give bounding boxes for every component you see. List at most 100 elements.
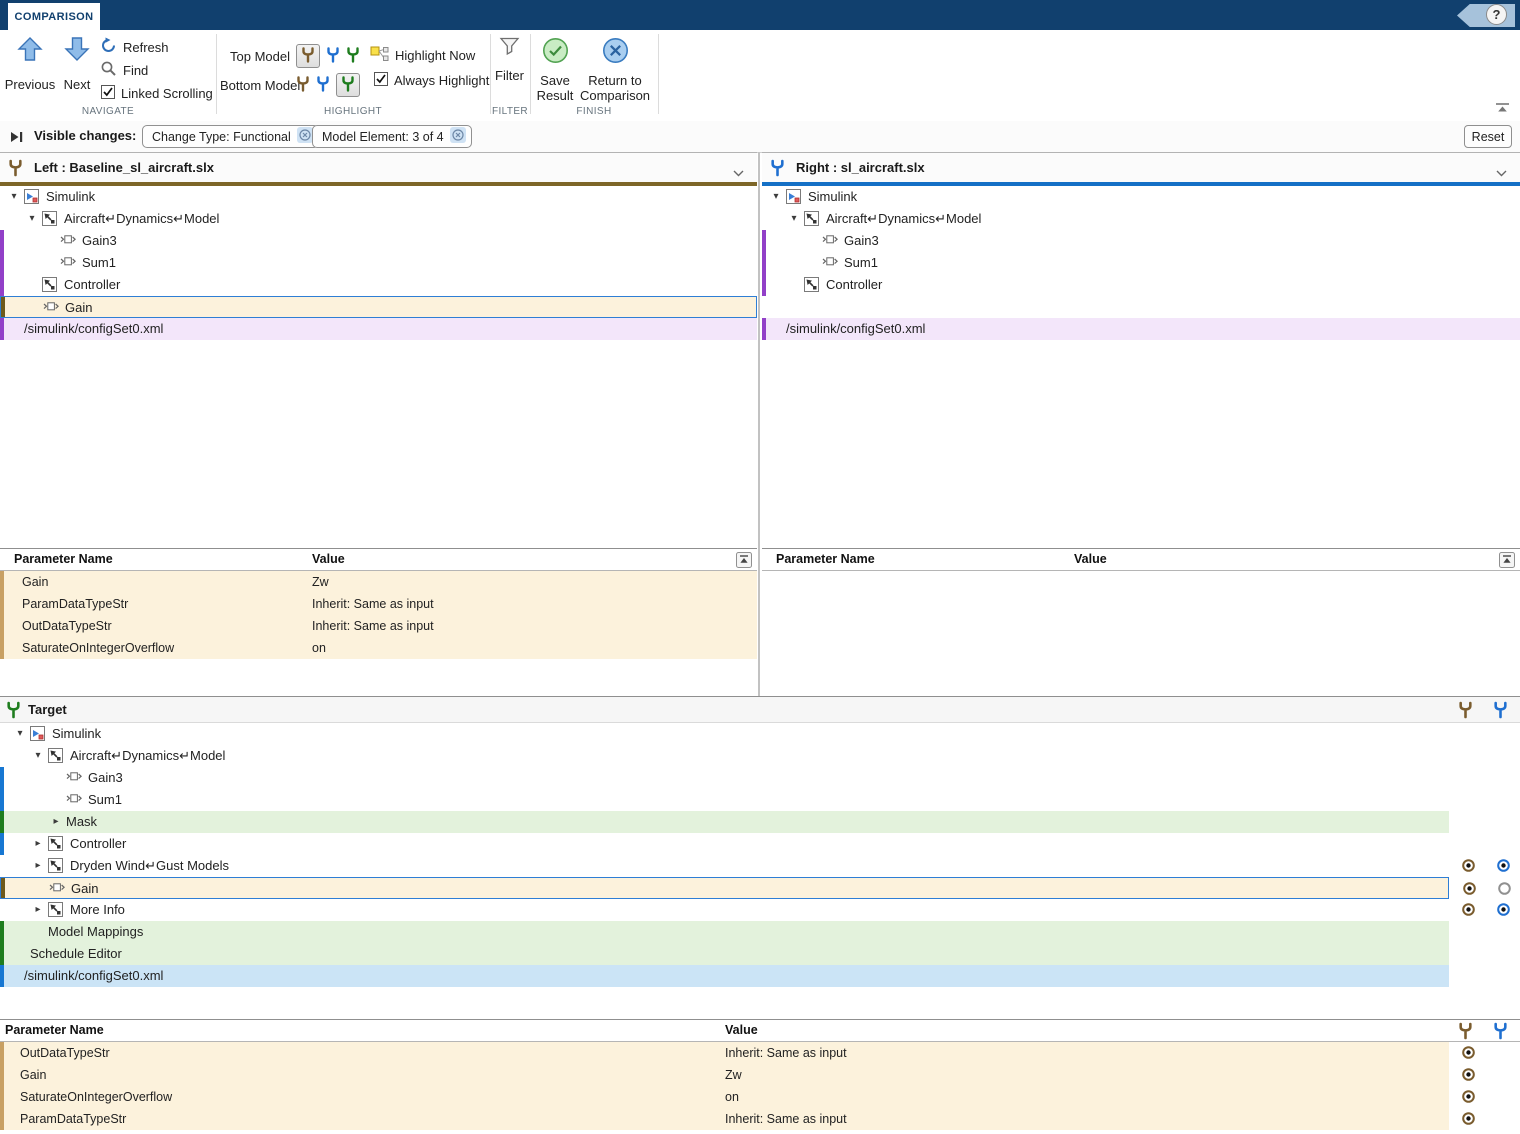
return-to-comparison-button[interactable]: Return to Comparison [578,37,652,103]
tree-row[interactable]: Gain3 [0,230,757,252]
chevron-down-icon[interactable] [1495,165,1508,183]
tree-row[interactable]: Model Mappings [0,921,1449,943]
tree-row[interactable]: Controller [0,274,757,296]
change-stripe-green [0,921,4,943]
tree-row[interactable]: /simulink/configSet0.xml [0,965,1449,987]
tree-row[interactable]: Sum1 [0,252,757,274]
tree-row[interactable]: /simulink/configSet0.xml [0,318,757,340]
tree-row[interactable]: Gain [0,877,1449,899]
change-stripe-green [0,811,4,833]
tree-row[interactable]: Schedule Editor [0,943,1449,965]
tree-row[interactable]: Sum1 [762,252,1520,274]
caret-down-icon[interactable]: ▾ [8,186,20,207]
param-name: ParamDataTypeStr [20,1108,126,1130]
caret-down-icon[interactable]: ▾ [32,745,44,766]
tree-row[interactable]: ▾Simulink [762,186,1520,208]
param-row[interactable]: ParamDataTypeStrInherit: Same as input [0,593,757,615]
tree-row[interactable]: ▾Aircraft↵Dynamics↵Model [0,208,757,230]
filter-pill-change-type[interactable]: Change Type: Functional [142,125,319,148]
tree-row[interactable]: Gain3 [762,230,1520,252]
tree-row[interactable]: /simulink/configSet0.xml [762,318,1520,340]
change-stripe-tan [0,1064,4,1086]
param-row[interactable]: OutDataTypeStrInherit: Same as input [0,615,757,637]
tree-row[interactable]: ▾Aircraft↵Dynamics↵Model [0,745,1449,767]
highlight-now-button[interactable]: Highlight Now [370,46,475,65]
visible-changes-label: Visible changes: [34,128,136,143]
param-row[interactable]: OutDataTypeStrInherit: Same as input [0,1042,1449,1064]
merge-choice-radio-left-brown-filled[interactable] [1461,858,1476,876]
param-row[interactable]: SaturateOnIntegerOverflowon [0,1086,1449,1108]
remove-filter-icon[interactable] [297,127,313,146]
merge-choice-radio-left-brown-filled[interactable] [1461,1045,1476,1063]
tree-row[interactable]: ▸Dryden Wind↵Gust Models [0,855,1449,877]
tree-row[interactable]: ▸Mask [0,811,1449,833]
caret-right-icon[interactable]: ▸ [32,833,44,854]
save-result-button[interactable]: Save Result [530,37,580,103]
caret-down-icon[interactable]: ▾ [26,208,38,229]
find-button[interactable]: Find [100,60,148,80]
remove-filter-icon[interactable] [450,127,466,146]
top-model-target-toggle[interactable] [346,47,360,66]
filter-pill-model-element[interactable]: Model Element: 3 of 4 [312,125,472,148]
tree-row[interactable]: Gain [0,296,757,318]
merge-choice-radio-left-brown-filled[interactable] [1461,1111,1476,1129]
tree-row[interactable]: ▾ Simulink [0,723,1449,745]
tab-comparison[interactable]: COMPARISON [8,3,100,30]
next-button[interactable]: Next [56,36,98,92]
reset-button[interactable]: Reset [1464,125,1512,148]
arrow-down-icon [64,36,90,65]
choose-left-column-icon[interactable] [1458,1022,1473,1043]
always-highlight-toggle[interactable]: Always Highlight [374,72,489,89]
top-model-right-toggle[interactable] [326,47,340,66]
bottom-model-left-toggle[interactable] [296,76,310,95]
caret-right-icon[interactable]: ▸ [50,811,62,832]
tree-row[interactable]: ▸More Info [0,899,1449,921]
help-button[interactable]: ? [1486,4,1507,25]
merge-choice-radio-right-blue-filled[interactable] [1496,858,1511,876]
block-icon [60,233,76,249]
tree-row[interactable]: Gain3 [0,767,1449,789]
collapse-filters-icon[interactable] [9,130,24,149]
previous-button[interactable]: Previous [4,36,56,92]
tree-row[interactable]: Controller [762,274,1520,296]
caret-right-icon[interactable]: ▸ [32,855,44,876]
merge-choice-radio-left-brown-filled[interactable] [1461,1067,1476,1085]
bottom-model-right-toggle[interactable] [316,76,330,95]
caret-down-icon[interactable]: ▾ [770,186,782,207]
param-row[interactable]: ParamDataTypeStrInherit: Same as input [0,1108,1449,1130]
param-row[interactable]: GainZw [0,1064,1449,1086]
tree-row[interactable]: ▸Controller [0,833,1449,855]
tree-row-label: Simulink [52,723,101,744]
param-row[interactable]: GainZw [0,571,757,593]
tree-row[interactable]: ▾Simulink [0,186,757,208]
linked-scrolling-toggle[interactable]: Linked Scrolling [101,85,213,102]
caret-down-icon[interactable]: ▾ [14,723,26,744]
tree-row-spacer [762,296,1520,318]
bottom-model-target-toggle[interactable] [336,73,360,97]
merge-choice-radio-left-brown-filled[interactable] [1461,902,1476,920]
merge-choice-radio-left-brown-filled[interactable] [1461,1089,1476,1107]
collapse-table-icon[interactable] [1499,552,1515,571]
highlight-now-icon [370,46,389,65]
merge-choice-radio-left-brown-filled[interactable] [1462,881,1477,899]
collapse-table-icon[interactable] [736,552,752,571]
caret-right-icon[interactable]: ▸ [32,899,44,920]
tree-row[interactable]: Sum1 [0,789,1449,811]
filter-funnel-icon [499,37,520,59]
param-row[interactable]: SaturateOnIntegerOverflowon [0,637,757,659]
choose-right-column-icon[interactable] [1493,1022,1508,1043]
filter-button[interactable]: Filter [488,37,531,83]
choose-left-column-icon[interactable] [1458,701,1473,724]
left-pane-header[interactable]: Left : Baseline_sl_aircraft.slx [0,152,757,186]
tree-row[interactable]: ▾Aircraft↵Dynamics↵Model [762,208,1520,230]
collapse-ribbon-icon[interactable] [1494,102,1511,117]
refresh-button[interactable]: Refresh [100,37,169,57]
right-pane-header[interactable]: Right : sl_aircraft.slx [762,152,1520,186]
chevron-down-icon[interactable] [732,165,745,183]
choose-right-column-icon[interactable] [1493,701,1508,724]
merge-choice-radio-right-gray-empty[interactable] [1497,881,1512,899]
top-model-left-toggle[interactable] [296,44,320,68]
pane-divider[interactable] [758,152,760,697]
merge-choice-radio-right-blue-filled[interactable] [1496,902,1511,920]
caret-down-icon[interactable]: ▾ [788,208,800,229]
